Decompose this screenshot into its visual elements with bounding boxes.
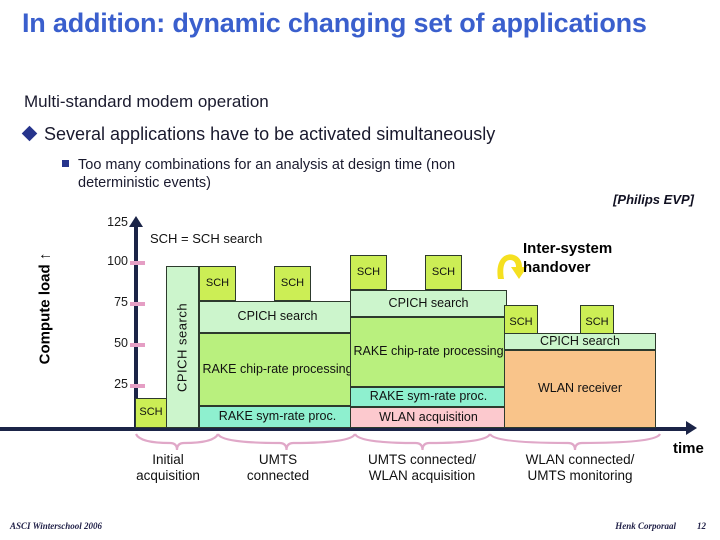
task-block-sch-5: SCH xyxy=(425,255,462,290)
x-axis-title: time xyxy=(673,440,704,457)
y-axis-title: Compute load ↑ xyxy=(36,252,54,365)
task-block-label: SCH xyxy=(280,276,305,289)
y-tick-label: 75 xyxy=(114,295,128,309)
task-block-label: SCH xyxy=(509,315,533,328)
phase-label-line2: connected xyxy=(246,468,310,484)
phase-label-line1: Initial xyxy=(152,452,184,467)
task-block-rake-chip-1: RAKE chip-rate processing xyxy=(199,333,356,406)
task-block-label: WLAN receiver xyxy=(537,381,623,396)
phase-label: UMTS connected xyxy=(223,452,333,484)
task-block-sch-1: SCH xyxy=(135,398,167,428)
handover-callout-line2: handover xyxy=(523,258,591,276)
compute-load-chart: Compute load ↑ 125 100 75 50 25 SCH = SCH se… xyxy=(0,0,720,540)
task-block-label: WLAN acquisition xyxy=(379,409,478,424)
task-block-label: CPICH search xyxy=(540,333,620,348)
handover-callout: Inter-system handover xyxy=(523,240,612,278)
task-block-label: SCH xyxy=(139,406,163,419)
task-block-label: CPICH search xyxy=(174,302,190,392)
y-tick-label: 50 xyxy=(114,336,128,350)
phase-label-line1: UMTS xyxy=(258,452,298,467)
footer-left-text: ASCI Winterschool 2006 xyxy=(10,521,103,531)
task-block-sch-3: SCH xyxy=(274,266,311,301)
task-block-label: SCH xyxy=(431,265,456,278)
task-block-label: SCH xyxy=(585,315,609,328)
task-block-label: RAKE sym-rate proc. xyxy=(218,409,337,424)
task-block-cpich-search-2: CPICH search xyxy=(199,301,356,333)
task-block-label: RAKE chip-rate processing xyxy=(202,361,353,376)
y-tick-label: 25 xyxy=(114,377,128,391)
phase-label: UMTS connected/WLAN acquisition xyxy=(352,452,492,484)
phase-brace xyxy=(216,433,357,451)
task-block-rake-sym-2: RAKE sym-rate proc. xyxy=(350,387,507,407)
y-tick-mark xyxy=(130,261,145,265)
phase-label-line2: UMTS monitoring xyxy=(527,468,633,484)
task-block-label: SCH xyxy=(205,276,230,289)
chart-legend-note: SCH = SCH search xyxy=(150,231,263,246)
phase-brace xyxy=(134,433,220,451)
phase-brace xyxy=(488,433,662,451)
task-block-cpich-search-3: CPICH search xyxy=(350,290,507,317)
y-tick-mark xyxy=(130,302,145,306)
task-block-wlan-acquisition: WLAN acquisition xyxy=(350,407,507,428)
phase-brace xyxy=(353,433,492,451)
task-block-label: CPICH search xyxy=(237,309,318,324)
handover-callout-line1: Inter-system xyxy=(523,240,613,257)
phase-braces xyxy=(134,433,662,451)
y-tick-label: 125 xyxy=(107,215,128,229)
phase-label: WLAN connected/UMTS monitoring xyxy=(505,452,655,484)
task-block-sch-2: SCH xyxy=(199,266,236,301)
task-block-rake-chip-2: RAKE chip-rate processing xyxy=(350,317,507,387)
y-tick-mark xyxy=(130,384,145,388)
phase-label-line2: WLAN acquisition xyxy=(368,468,476,484)
phase-label-line1: WLAN connected/ xyxy=(525,452,635,467)
phase-label-line2: acquisition xyxy=(136,468,200,484)
task-block-cpich-search-4: CPICH search xyxy=(504,333,656,350)
y-axis-arrow-icon xyxy=(129,216,143,227)
footer-right-text: Henk Corporaal xyxy=(615,521,676,531)
phase-label: Initial acquisition xyxy=(118,452,218,484)
y-tick-mark xyxy=(130,343,145,347)
task-block-label: CPICH search xyxy=(388,295,469,310)
task-block-label: RAKE sym-rate proc. xyxy=(369,389,488,404)
page-number: 12 xyxy=(697,521,706,531)
task-block-label: RAKE chip-rate processing xyxy=(353,344,504,359)
task-block-sch-4: SCH xyxy=(350,255,387,290)
y-tick-label: 100 xyxy=(107,254,128,268)
task-block-rake-sym-1: RAKE sym-rate proc. xyxy=(199,406,356,428)
phase-label-line1: UMTS connected/ xyxy=(367,452,477,467)
task-block-wlan-receiver: WLAN receiver xyxy=(504,350,656,428)
task-block-cpich-search-1: CPICH search xyxy=(166,266,199,428)
task-block-label: SCH xyxy=(356,265,381,278)
